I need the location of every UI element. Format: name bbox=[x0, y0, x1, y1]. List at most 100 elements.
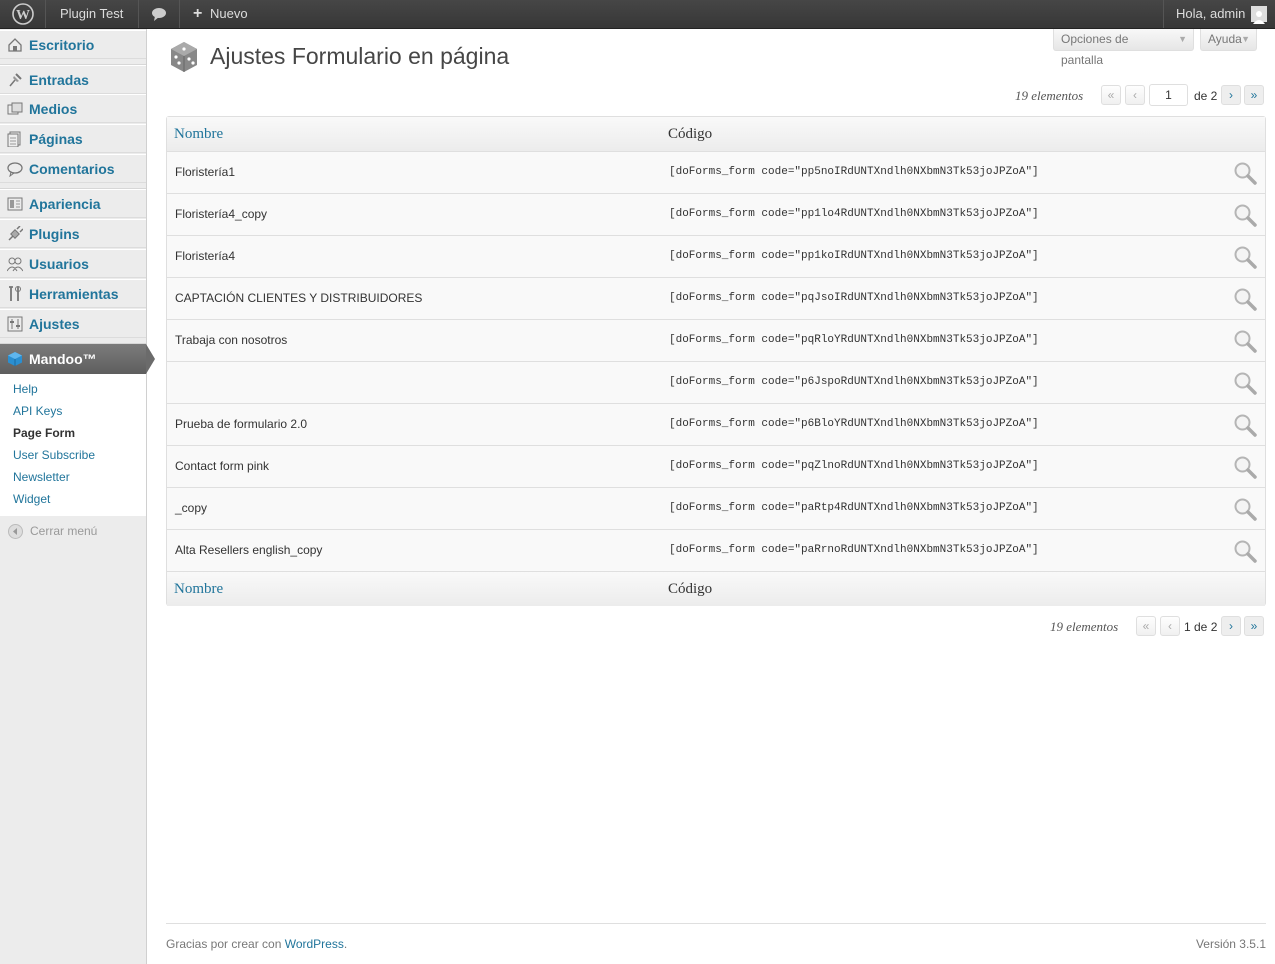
first-page-button[interactable]: « bbox=[1101, 85, 1121, 105]
footer-thanks: Gracias por crear con WordPress. bbox=[166, 937, 347, 951]
form-name: Contact form pink bbox=[175, 459, 270, 473]
new-label: Nuevo bbox=[209, 6, 248, 21]
screen-options-button[interactable]: Opciones de pantalla ▼ bbox=[1053, 29, 1194, 67]
magnifier-icon[interactable] bbox=[1233, 287, 1257, 311]
submenu-item-api-keys[interactable]: API Keys bbox=[13, 404, 62, 418]
magnifier-icon[interactable] bbox=[1233, 413, 1257, 437]
table-row: [doForms_form code="p6JspoRdUNTXndlh0NXb… bbox=[167, 361, 1265, 403]
menu-item-usuarios[interactable]: Usuarios bbox=[0, 249, 146, 278]
page-title: Ajustes Formulario en página bbox=[210, 43, 510, 69]
table-row: Floristería4 [doForms_form code="pp1koIRd… bbox=[167, 235, 1265, 277]
help-button[interactable]: Ayuda ▼ bbox=[1200, 29, 1257, 51]
page-cube-icon bbox=[169, 40, 199, 77]
magnifier-icon[interactable] bbox=[1233, 539, 1257, 563]
menu-label: Apariencia bbox=[29, 196, 101, 212]
form-name: Trabaja con nosotros bbox=[175, 333, 288, 347]
column-header-nombre[interactable]: Nombre bbox=[174, 117, 223, 151]
magnifier-icon[interactable] bbox=[1233, 245, 1257, 269]
comments-icon bbox=[7, 161, 23, 178]
form-shortcode: [doForms_form code="pqZlnoRdUNTXndlh0NXb… bbox=[669, 460, 1039, 472]
footer: Gracias por crear con WordPress. Versión… bbox=[166, 923, 1266, 964]
users-icon bbox=[6, 256, 24, 272]
column-footer-codigo: Código bbox=[668, 581, 713, 597]
next-page-button-bottom[interactable]: › bbox=[1221, 616, 1241, 636]
appearance-icon bbox=[7, 196, 23, 212]
submenu-item-newsletter[interactable]: Newsletter bbox=[13, 470, 70, 484]
chevron-down-icon: ▼ bbox=[1241, 34, 1250, 44]
settings-icon bbox=[7, 316, 23, 332]
menu-item-comentarios[interactable]: Comentarios bbox=[0, 154, 146, 183]
my-account-greeting[interactable]: Hola, admin bbox=[1176, 0, 1245, 28]
menu-item-entradas[interactable]: Entradas bbox=[0, 65, 146, 94]
prev-page-button-bottom[interactable]: ‹ bbox=[1160, 616, 1180, 636]
admin-sidebar: Escritorio Entradas Medios Páginas Comen… bbox=[0, 29, 155, 964]
avatar[interactable] bbox=[1251, 6, 1267, 24]
form-shortcode: [doForms_form code="pqJsoIRdUNTXndlh0NXb… bbox=[669, 292, 1039, 304]
menu-label: Escritorio bbox=[29, 37, 95, 53]
form-shortcode: [doForms_form code="paRrnoRdUNTXndlh0NXb… bbox=[669, 544, 1039, 556]
magnifier-icon[interactable] bbox=[1233, 497, 1257, 521]
comment-bubble-icon[interactable] bbox=[151, 0, 167, 28]
magnifier-icon[interactable] bbox=[1233, 455, 1257, 479]
pages-icon bbox=[7, 131, 23, 148]
page-total: de 2 bbox=[1194, 89, 1218, 103]
table-row: Prueba de formulario 2.0 [doForms_form co… bbox=[167, 403, 1265, 445]
menu-label: Plugins bbox=[29, 226, 80, 242]
prev-page-button[interactable]: ‹ bbox=[1125, 85, 1145, 105]
menu-item-apariencia[interactable]: Apariencia bbox=[0, 189, 146, 218]
submenu-item-help[interactable]: Help bbox=[13, 382, 38, 396]
menu-item-mandoo-active[interactable]: Mandoo™ bbox=[0, 344, 155, 374]
submenu-item-page-form[interactable]: Page Form bbox=[13, 426, 75, 440]
form-shortcode: [doForms_form code="paRtp4RdUNTXndlh0NXb… bbox=[669, 502, 1039, 514]
form-name: CAPTACIÓN CLIENTES Y DISTRIBUIDORES bbox=[175, 291, 423, 305]
menu-item-paginas[interactable]: Páginas bbox=[0, 124, 146, 153]
menu-item-ajustes[interactable]: Ajustes bbox=[0, 309, 146, 338]
first-page-button-bottom[interactable]: « bbox=[1136, 616, 1156, 636]
admin-bar: W Plugin Test + Nuevo Hola, admin bbox=[0, 0, 1275, 29]
wordpress-link[interactable]: WordPress bbox=[285, 937, 344, 951]
collapse-menu-label: Cerrar menú bbox=[30, 524, 98, 538]
page-indicator-bottom: 1 de 2 bbox=[1184, 620, 1218, 634]
menu-label: Herramientas bbox=[29, 286, 119, 302]
media-icon bbox=[7, 101, 23, 117]
column-footer-nombre[interactable]: Nombre bbox=[174, 572, 223, 606]
chevron-down-icon: ▼ bbox=[1178, 34, 1187, 44]
next-page-button[interactable]: › bbox=[1221, 85, 1241, 105]
menu-item-plugins[interactable]: Plugins bbox=[0, 219, 146, 248]
menu-item-herramientas[interactable]: Herramientas bbox=[0, 279, 146, 308]
wordpress-logo-icon[interactable]: W bbox=[11, 0, 35, 28]
current-page-input[interactable] bbox=[1149, 84, 1188, 106]
menu-label: Ajustes bbox=[29, 316, 80, 332]
form-shortcode: [doForms_form code="p6JspoRdUNTXndlh0NXb… bbox=[669, 376, 1039, 388]
dashboard-icon bbox=[7, 37, 23, 53]
table-footer: Nombre Código bbox=[167, 571, 1265, 606]
table-row: _copy [doForms_form code="paRtp4RdUNTXndl… bbox=[167, 487, 1265, 529]
thanks-prefix: Gracias por crear con bbox=[166, 937, 285, 951]
last-page-button-bottom[interactable]: » bbox=[1244, 616, 1264, 636]
items-count-bottom: 19 elementos bbox=[1050, 619, 1119, 634]
menu-item-escritorio[interactable]: Escritorio bbox=[0, 30, 146, 59]
submenu-item-user-subscribe[interactable]: User Subscribe bbox=[13, 448, 95, 462]
main-content: Opciones de pantalla ▼ Ayuda ▼ Ajustes F… bbox=[147, 29, 1275, 964]
form-name: Floristería1 bbox=[175, 165, 236, 179]
menu-label: Mandoo™ bbox=[29, 351, 97, 367]
magnifier-icon[interactable] bbox=[1233, 203, 1257, 227]
last-page-button[interactable]: » bbox=[1244, 85, 1264, 105]
form-name: Alta Resellers english_copy bbox=[175, 543, 323, 557]
form-shortcode: [doForms_form code="pp5noIRdUNTXndlh0NXb… bbox=[669, 166, 1039, 178]
site-name-link[interactable]: Plugin Test bbox=[60, 0, 123, 28]
new-content-button[interactable]: + Nuevo bbox=[193, 0, 248, 28]
plus-icon: + bbox=[193, 5, 203, 22]
magnifier-icon[interactable] bbox=[1233, 329, 1257, 353]
menu-item-medios[interactable]: Medios bbox=[0, 94, 146, 123]
magnifier-icon[interactable] bbox=[1233, 371, 1257, 395]
menu-label: Comentarios bbox=[29, 161, 115, 177]
svg-text:W: W bbox=[16, 8, 30, 23]
help-label: Ayuda bbox=[1208, 32, 1242, 46]
submenu-item-widget[interactable]: Widget bbox=[13, 492, 50, 506]
magnifier-icon[interactable] bbox=[1233, 161, 1257, 185]
version-text: Versión 3.5.1 bbox=[1195, 937, 1266, 951]
form-name: Prueba de formulario 2.0 bbox=[175, 417, 308, 431]
thanks-suffix: . bbox=[343, 937, 348, 951]
tools-icon bbox=[7, 286, 23, 302]
